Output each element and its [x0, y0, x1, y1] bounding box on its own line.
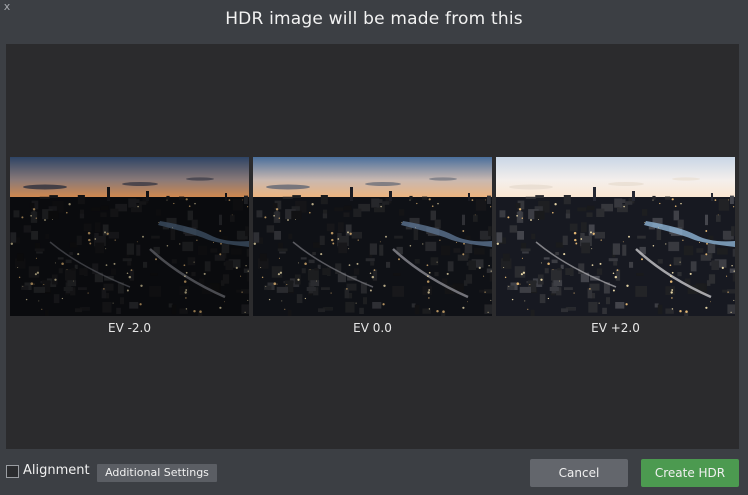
footer-bar: Alignment Additional Settings Cancel Cre… — [0, 449, 748, 495]
create-hdr-button[interactable]: Create HDR — [641, 459, 739, 487]
cancel-button[interactable]: Cancel — [530, 459, 628, 487]
ev-label-1: EV -2.0 — [107, 321, 152, 335]
exposure-image-3 — [496, 157, 735, 316]
ev-label-3: EV +2.0 — [591, 321, 640, 335]
additional-settings-button[interactable]: Additional Settings — [97, 464, 217, 482]
alignment-label[interactable]: Alignment — [23, 463, 90, 478]
cityscape-photo — [10, 157, 249, 316]
image-preview-panel: EV -2.0 EV 0.0 EV +2.0 — [6, 44, 739, 449]
exposure-image-1 — [10, 157, 249, 316]
ev-label-2: EV 0.0 — [353, 321, 392, 335]
alignment-checkbox[interactable] — [6, 465, 19, 478]
exposure-image-2 — [253, 157, 492, 316]
hdr-dialog: x HDR image will be made from this EV -2… — [0, 0, 748, 495]
dialog-title: HDR image will be made from this — [225, 9, 523, 29]
cityscape-photo — [253, 157, 492, 316]
cityscape-photo — [496, 157, 735, 316]
